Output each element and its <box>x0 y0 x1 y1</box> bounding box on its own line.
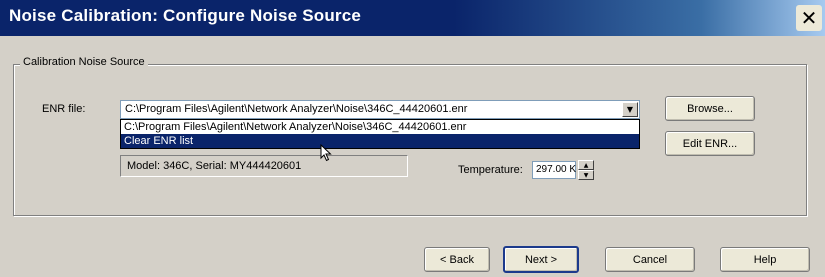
model-serial-display: Model: 346C, Serial: MY444420601 <box>120 155 408 177</box>
browse-button[interactable]: Browse... <box>665 96 755 121</box>
enr-file-combo[interactable]: C:\Program Files\Agilent\Network Analyze… <box>120 100 640 119</box>
mouse-pointer-icon <box>320 144 332 162</box>
enr-file-label: ENR file: <box>42 103 86 115</box>
spin-down-button[interactable]: ▼ <box>578 170 594 180</box>
next-button[interactable]: Next > <box>503 246 579 273</box>
group-legend: Calibration Noise Source <box>20 56 148 68</box>
close-button[interactable]: ✕ <box>796 5 822 31</box>
enr-file-value: C:\Program Files\Agilent\Network Analyze… <box>125 103 468 115</box>
dropdown-option-clear-enr-list[interactable]: Clear ENR list <box>121 134 639 148</box>
combo-dropdown-button[interactable]: ▼ <box>622 102 638 117</box>
cancel-button[interactable]: Cancel <box>605 247 695 272</box>
temperature-value: 297.00 K <box>536 164 577 175</box>
arrow-up-icon: ▲ <box>583 161 589 169</box>
back-button[interactable]: < Back <box>424 247 490 272</box>
close-icon: ✕ <box>800 6 818 30</box>
help-button[interactable]: Help <box>720 247 810 272</box>
model-serial-text: Model: 346C, Serial: MY444420601 <box>127 160 302 172</box>
temperature-spinner[interactable]: ▲ ▼ <box>578 160 594 180</box>
enr-dropdown-list: C:\Program Files\Agilent\Network Analyze… <box>120 119 640 149</box>
dropdown-option-enr-path[interactable]: C:\Program Files\Agilent\Network Analyze… <box>121 120 639 134</box>
temperature-label: Temperature: <box>458 164 523 176</box>
title-bar: Noise Calibration: Configure Noise Sourc… <box>0 0 825 36</box>
edit-enr-button[interactable]: Edit ENR... <box>665 131 755 156</box>
spin-up-button[interactable]: ▲ <box>578 160 594 170</box>
temperature-input[interactable]: 297.00 K <box>532 161 576 179</box>
window-title: Noise Calibration: Configure Noise Sourc… <box>9 6 362 25</box>
chevron-down-icon: ▼ <box>626 105 634 114</box>
arrow-down-icon: ▼ <box>583 171 589 179</box>
